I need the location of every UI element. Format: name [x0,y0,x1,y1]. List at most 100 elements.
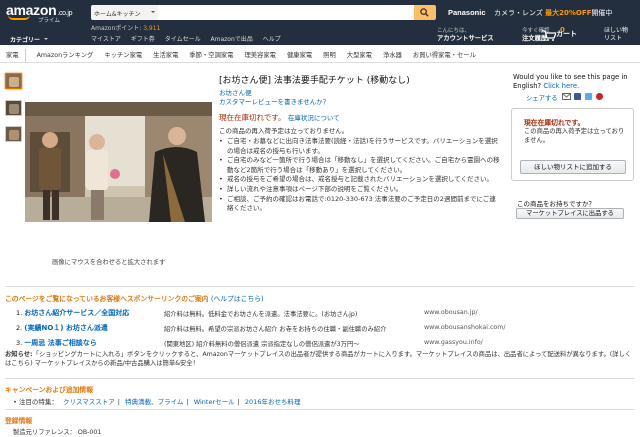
stock-status: 現在在庫切れです。 在庫状況について [219,112,340,123]
subnav-item-seasonal[interactable]: 季節・空調家電 [189,49,233,63]
ad-number: 2. [16,324,23,332]
featured-label: 注目の特集： [18,398,58,406]
subnav-item-sale[interactable]: お買い得家電・セール [413,49,476,63]
ad-title-link[interactable]: 一周忌 法事ご相談なら [24,339,96,347]
language-prompt: Would you like to see this page in Engli… [513,73,635,91]
subnav-item-kitchen[interactable]: キッチン家電 [104,49,142,63]
feature-bullet: 戒名の授与をご希望の場合は、戒名授与と記載されたバリエーションを選択してください… [219,175,501,185]
nav-links: マイストア ギフト券 タイムセール Amazonで出品 ヘルプ [91,34,289,43]
divider [5,286,635,287]
search-icon [420,8,429,17]
manufacturer-reference: 製造元リファレンス： OB-001 [13,427,101,436]
feature-bullet: ご相談、ご予約の確認はお電話で:0120-330-673 法事法要のご予定日の2… [219,195,501,214]
buybox-note: この商品の再入荷予定は立っておりません。 [524,128,625,144]
twitter-share-icon[interactable] [585,93,592,100]
ad-title-link[interactable]: (実績NO１) お坊さん派遣 [24,324,108,332]
pinterest-share-icon[interactable] [596,93,603,100]
featured-link-winter-sale[interactable]: Winterセール [194,398,235,406]
account-label: アカウントサービス [437,35,494,42]
sponsored-heading-text: このページをご覧になっているお客様へスポンサーリンクのご案内 [5,295,209,303]
featured-link-prime[interactable]: 特典満載、プライム [125,398,183,406]
wishlist-label: リスト [604,35,623,42]
sponsored-row: 1. お坊さん紹介サービス／全国対応 紹介料は無料。低料金でお坊さんを派遣。法事… [16,308,478,318]
sponsored-row: 3. 一周忌 法事ご相談なら (関東地区) 紹介料無料の僧侶派遣 宗派指定なしの… [16,338,483,348]
subnav-item-lighting[interactable]: 照明 [323,49,336,63]
promo-brand[interactable]: Panasonic [448,8,486,17]
featured-link-osechi[interactable]: 2016年おせち料理 [245,398,301,406]
promo-banner[interactable]: カメラ・レンズ 最大20%OFF開催中 [494,8,612,18]
account-menu[interactable]: こんにちは、 アカウントサービス [437,27,494,43]
promo-highlight: 最大20%OFF [545,9,592,17]
cart-label[interactable]: カート [556,29,577,39]
wishlist-link[interactable]: ほしい物 リスト [604,27,628,43]
promo-tail: 開催中 [591,9,613,17]
search-button[interactable] [414,5,436,20]
feature-bullet: 詳しい流れや注意事項はページ下部の説明をご覧ください。 [219,185,501,195]
category-subnav: 家電 Amazonランキング キッチン家電 生活家電 季節・空調家電 理美容家電… [0,49,640,63]
thumbnail-1[interactable] [5,73,22,89]
featured-links: • 注目の特集： クリスマスストア | 特典満載、プライム | Winterセール |… [13,398,301,406]
sponsored-heading: このページをご覧になっているお客様へスポンサーリンクのご案内 (ヘルプはこちら) [5,293,264,303]
category-select[interactable]: ホーム&キッチン [91,5,158,20]
buy-box: 現在在庫切れです。 この商品の再入荷予定は立っておりません。 ほしい物リストに追… [511,108,634,181]
cart-icon[interactable] [542,30,556,41]
product-image[interactable] [25,102,212,222]
sell-on-marketplace-button[interactable]: マーケットプレイスに出品する [516,208,624,219]
email-share-icon[interactable] [562,93,571,100]
ad-description: 紹介料は無料。希望の宗派お坊さん紹介 お寺をお持ちの住職・副住職のみ紹介 [164,326,387,333]
english-link[interactable]: Click here. [543,82,579,90]
subnav-item-health[interactable]: 健康家電 [287,49,312,63]
subnav-item-living[interactable]: 生活家電 [153,49,178,63]
thumbnail-2[interactable] [5,100,22,116]
facebook-share-icon[interactable] [574,93,581,100]
promo-text: カメラ・レンズ [494,9,543,17]
write-review-link[interactable]: カスタマーレビューを書きませんか？ [219,96,329,106]
subnav-item-ranking[interactable]: Amazonランキング [37,49,94,63]
marketplace-notice: お知らせ:「ショッピングカートに入れる」ボタンをクリックすると、Amazonマー… [5,350,635,368]
ad-description: 紹介料は無料。低料金でお坊さんを派遣。法事法要に。(お坊さんjp) [164,311,358,318]
thumbnail-3[interactable] [5,126,22,142]
points-display[interactable]: Amazonポイント: 3,911 [91,23,160,32]
product-photo [25,102,212,222]
add-to-wishlist-button[interactable]: ほしい物リストに追加する [520,160,626,174]
sponsored-help-link[interactable]: (ヘルプはこちら) [211,295,264,303]
divider [5,409,635,410]
ad-url[interactable]: www.obousanshokai.com/ [424,324,506,331]
subnav-item-water[interactable]: 浄水器 [383,49,402,63]
nav-link-timesale[interactable]: タイムセール [165,36,201,43]
buybox-status: 現在在庫切れです。 [524,119,585,127]
nav-link-help[interactable]: ヘルプ [263,36,281,43]
nav-link-gift[interactable]: ギフト券 [131,36,155,43]
ad-number: 3. [16,339,23,347]
smile-arrow-icon [8,15,30,20]
prime-label: プライム [38,18,60,24]
nav-link-sell[interactable]: Amazonで出品 [211,36,253,43]
feature-bullets: ご自宅・お墓などに出向き法事法要(読経・法話)を行うサービスです。バリエーション… [219,137,501,214]
ad-number: 1. [16,309,23,317]
restock-note: この商品の再入荷予定は立っておりません。 [219,127,349,135]
ref-value: OB-001 [77,429,102,436]
ad-url[interactable]: www.gassyou.info/ [424,339,483,346]
feature-bullet: ご自宅のみなど一箇所で行う場合は「移動なし」を選択してください。ご自宅から霊園へ… [219,156,501,175]
featured-link-christmas[interactable]: クリスマスストア [63,398,115,406]
product-title: [お坊さん便] 法事法要手配チケット (移動なし) [219,76,410,86]
subnav-item-beauty[interactable]: 理美容家電 [244,49,275,63]
sell-question: この商品をお持ちですか？ [517,200,595,208]
feature-bullet: ご自宅・お墓などに出向き法事法要(読経・法話)を行うサービスです。バリエーション… [219,137,501,156]
campaign-heading: キャンペーンおよび追加情報 [5,386,94,394]
stock-info-link[interactable]: 在庫状況について [288,114,340,122]
notice-label: お知らせ: [5,351,33,358]
subnav-item-home[interactable]: 家電 [6,49,26,63]
categories-menu[interactable]: カテゴリー [10,35,49,44]
ad-url[interactable]: www.obousan.jp/ [424,309,478,316]
stock-status-text: 現在在庫切れです。 [219,113,286,122]
points-value: 3,911 [143,25,161,32]
ad-title-link[interactable]: お坊さん紹介サービス／全国対応 [24,309,129,317]
search-input[interactable] [158,5,414,20]
sponsored-row: 2. (実績NO１) お坊さん派遣 紹介料は無料。希望の宗派お坊さん紹介 お寺を… [16,323,506,333]
account-greeting: こんにちは、 [437,28,471,34]
nav-link-mystore[interactable]: マイストア [91,36,121,43]
ref-label: 製造元リファレンス： [13,429,76,436]
subnav-item-large[interactable]: 大型家電 [347,49,372,63]
share-label: シェアする [526,95,558,102]
